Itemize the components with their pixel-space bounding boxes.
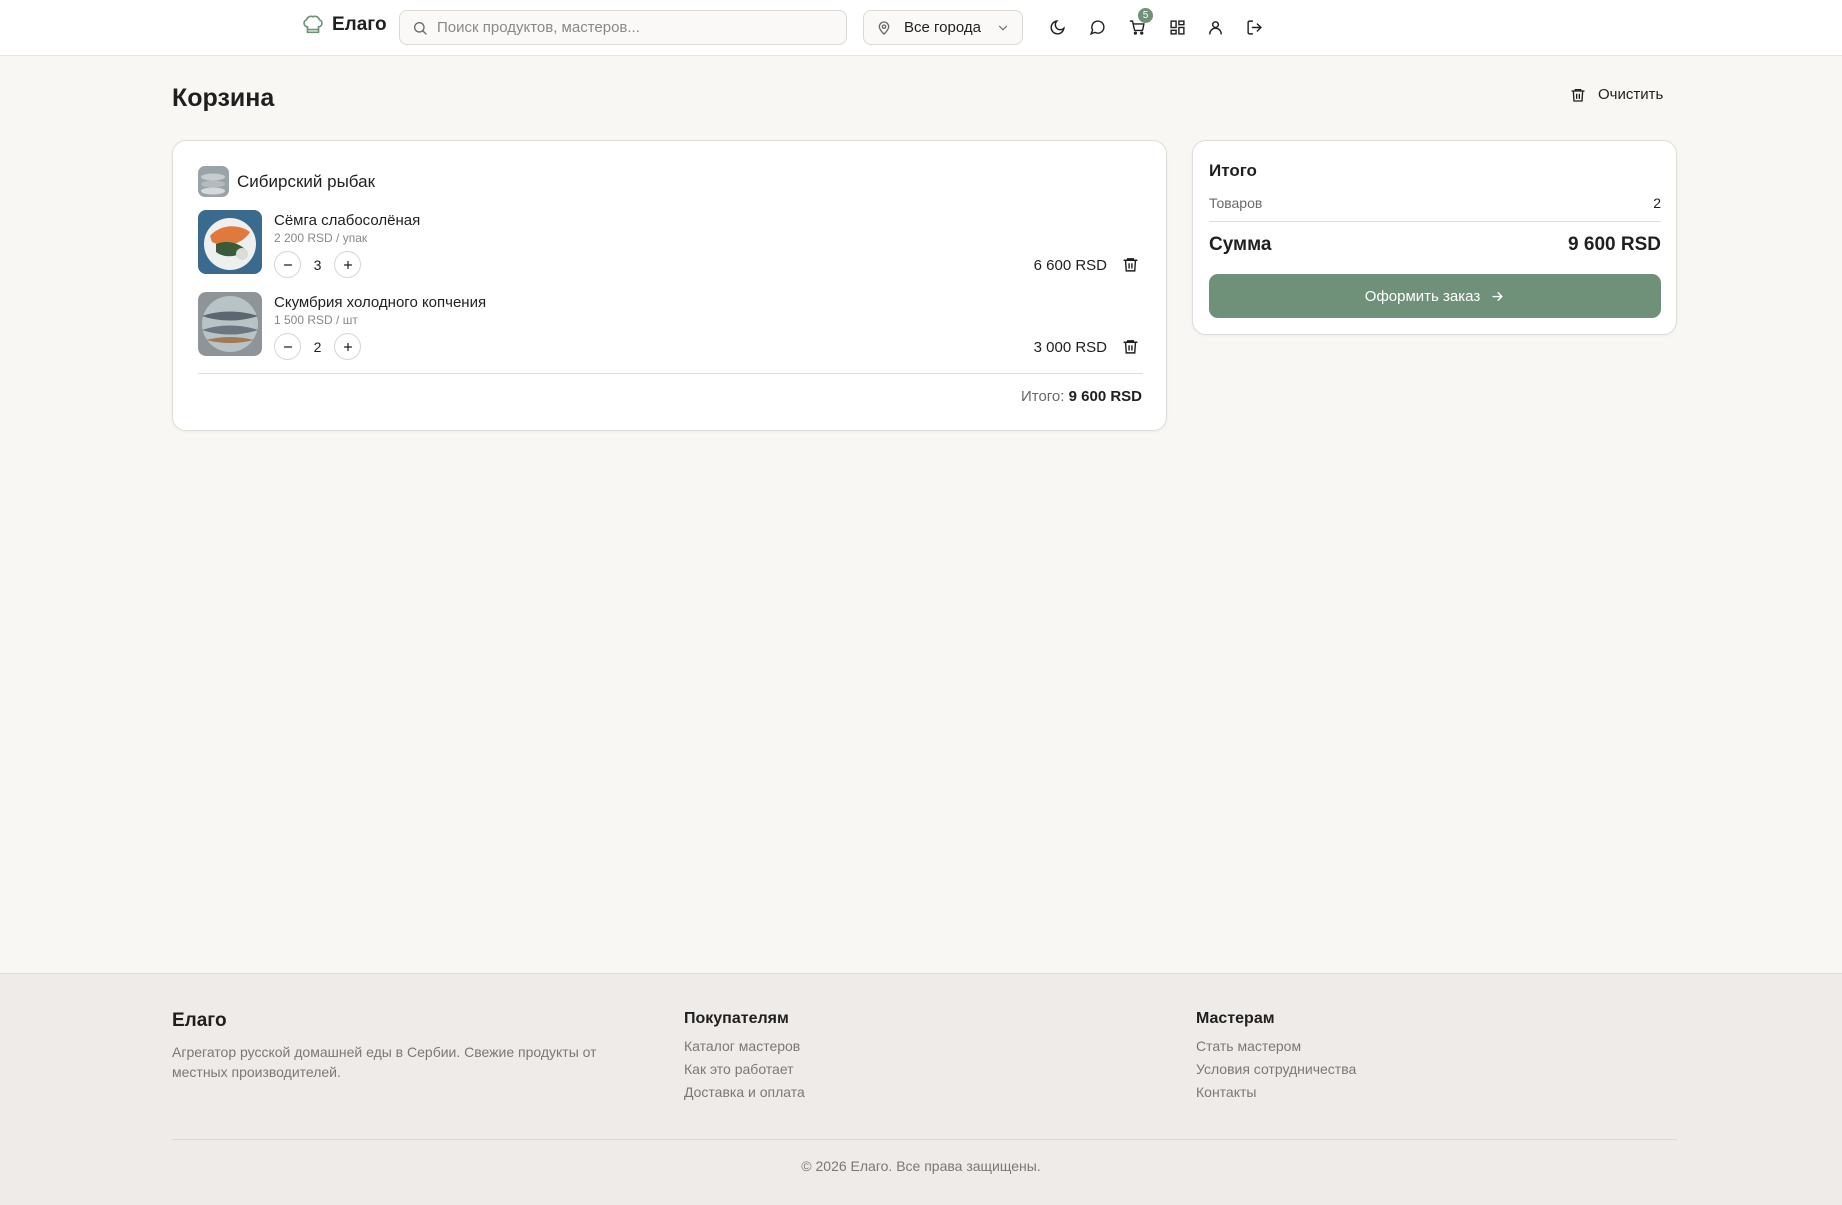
- map-pin-icon: [878, 20, 890, 35]
- increase-quantity-button[interactable]: [334, 333, 361, 360]
- cart-item: Скумбрия холодного копчения 1 500 RSD / …: [198, 292, 1143, 360]
- increase-quantity-button[interactable]: [334, 251, 361, 278]
- messages-button[interactable]: [1086, 16, 1108, 38]
- footer-divider: [172, 1139, 1677, 1140]
- chat-bubble-icon: [1089, 19, 1105, 35]
- logout-icon: [1246, 19, 1262, 35]
- item-unit-price: 2 200 RSD / упак: [274, 231, 368, 245]
- item-unit-price: 1 500 RSD / шт: [274, 313, 358, 327]
- checkout-label: Оформить заказ: [1364, 287, 1481, 305]
- order-summary-card: Итого Товаров 2 Сумма 9 600 RSD Оформить…: [1192, 140, 1677, 335]
- search-icon: [414, 21, 427, 35]
- dashboard-grid-icon: [1169, 19, 1185, 35]
- quantity-value: 2: [313, 338, 322, 355]
- summary-items-value: 2: [1653, 195, 1661, 211]
- arrow-right-icon: [1492, 291, 1504, 301]
- summary-items-row: Товаров 2: [1209, 195, 1661, 211]
- chevron-down-icon: [998, 25, 1008, 31]
- user-icon: [1208, 20, 1222, 35]
- minus-icon: [283, 345, 292, 348]
- chef-hat-icon: [303, 15, 323, 34]
- decrease-quantity-button[interactable]: [274, 333, 301, 360]
- minus-icon: [283, 263, 292, 266]
- moon-icon: [1050, 19, 1065, 34]
- trash-icon: [1123, 340, 1138, 354]
- seller-subtotal-label: Итого:: [1020, 388, 1065, 405]
- footer-link-become-master[interactable]: Стать мастером: [1196, 1038, 1356, 1054]
- item-name[interactable]: Скумбрия холодного копчения: [274, 294, 486, 311]
- logout-button[interactable]: [1243, 16, 1265, 38]
- seller-subtotal-value: 9 600 RSD: [1068, 388, 1142, 405]
- footer-link-delivery[interactable]: Доставка и оплата: [684, 1084, 805, 1100]
- dashboard-button[interactable]: [1166, 16, 1188, 38]
- footer-masters-title: Мастерам: [1196, 1010, 1275, 1027]
- plus-icon: [343, 260, 352, 269]
- quantity-stepper: 3: [274, 251, 361, 278]
- remove-item-button[interactable]: [1122, 256, 1139, 278]
- card-divider: [198, 373, 1143, 374]
- quantity-stepper: 2: [274, 333, 361, 360]
- trash-icon: [1123, 258, 1138, 272]
- seller-subtotal: Итого: 9 600 RSD: [1021, 388, 1142, 405]
- summary-items-label: Товаров: [1209, 195, 1263, 211]
- seller-avatar: [198, 166, 229, 197]
- footer-link-catalog[interactable]: Каталог мастеров: [684, 1038, 805, 1054]
- plus-icon: [343, 342, 352, 351]
- footer-buyers-column: Покупателям Каталог мастеров Как это раб…: [684, 1010, 805, 1107]
- product-thumbnail[interactable]: [198, 210, 262, 274]
- site-footer: Елаго Агрегатор русской домашней еды в С…: [0, 973, 1842, 1205]
- theme-toggle-button[interactable]: [1046, 16, 1068, 38]
- cart-item: Сёмга слабосолёная 2 200 RSD / упак 3 6 …: [198, 210, 1143, 278]
- trash-icon: [1571, 88, 1585, 102]
- summary-total-value: 9 600 RSD: [1568, 234, 1661, 255]
- footer-description: Агрегатор русской домашней еды в Сербии.…: [172, 1044, 597, 1080]
- summary-title: Итого: [1209, 161, 1257, 180]
- clear-cart-label: Очистить: [1598, 86, 1664, 103]
- brand-name: Елаго: [332, 14, 387, 35]
- item-line-total: 3 000 RSD: [1033, 339, 1107, 356]
- remove-item-button[interactable]: [1122, 338, 1139, 360]
- checkout-button[interactable]: Оформить заказ: [1209, 274, 1661, 318]
- footer-buyers-title: Покупателям: [684, 1010, 789, 1027]
- search-input[interactable]: [437, 19, 817, 36]
- search-box[interactable]: [399, 10, 847, 45]
- quantity-value: 3: [313, 256, 322, 273]
- cart-count-badge: 5: [1138, 8, 1153, 23]
- top-header: Елаго Все города 5: [0, 0, 1842, 56]
- footer-masters-column: Мастерам Стать мастером Условия сотрудни…: [1196, 1010, 1356, 1107]
- page-title: Корзина: [172, 84, 275, 112]
- city-select-value: Все города: [904, 19, 981, 36]
- summary-total-row: Сумма 9 600 RSD: [1209, 234, 1661, 256]
- cart-button[interactable]: 5: [1126, 8, 1153, 38]
- footer-copyright: © 2026 Елаго. Все права защищены.: [801, 1158, 1041, 1174]
- summary-total-label: Сумма: [1209, 234, 1272, 255]
- city-select[interactable]: Все города: [863, 10, 1023, 45]
- brand-logo[interactable]: Елаго: [302, 14, 387, 36]
- item-line-total: 6 600 RSD: [1033, 257, 1107, 274]
- item-name[interactable]: Сёмга слабосолёная: [274, 212, 420, 229]
- cart-seller-card: Сибирский рыбак Сёмга слабосолёная 2 200…: [172, 140, 1167, 431]
- seller-name: Сибирский рыбак: [237, 171, 376, 191]
- footer-brand: Елаго: [172, 1010, 227, 1031]
- footer-link-contacts[interactable]: Контакты: [1196, 1084, 1356, 1100]
- profile-button[interactable]: [1204, 16, 1226, 38]
- clear-cart-button[interactable]: Очистить: [1570, 86, 1663, 103]
- seller-header[interactable]: Сибирский рыбак: [198, 166, 375, 197]
- footer-link-how-it-works[interactable]: Как это работает: [684, 1061, 805, 1077]
- footer-link-terms[interactable]: Условия сотрудничества: [1196, 1061, 1356, 1077]
- summary-divider: [1209, 221, 1661, 222]
- decrease-quantity-button[interactable]: [274, 251, 301, 278]
- product-thumbnail[interactable]: [198, 292, 262, 356]
